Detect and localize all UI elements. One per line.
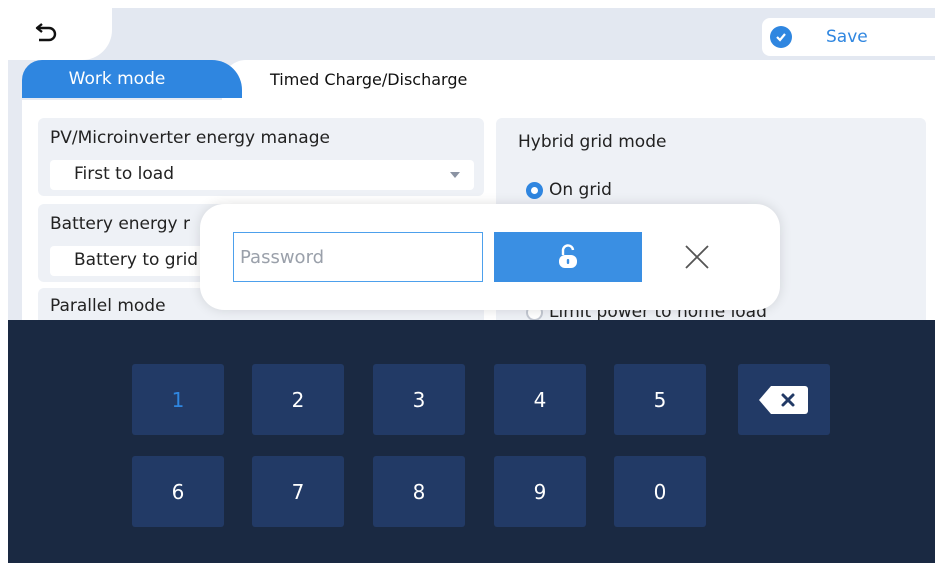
close-icon[interactable] <box>682 242 712 272</box>
back-icon <box>35 23 57 42</box>
password-dialog <box>200 204 780 310</box>
radio-selected-icon <box>526 181 543 199</box>
tab-work-mode[interactable]: Work mode <box>22 60 242 98</box>
password-input[interactable] <box>233 232 483 282</box>
key-0[interactable]: 0 <box>614 456 706 527</box>
check-icon <box>770 26 792 48</box>
back-button[interactable] <box>8 8 112 60</box>
radio-on-grid[interactable]: On grid <box>526 180 612 200</box>
tab-bar: Timed Charge/Discharge Work mode <box>22 60 935 102</box>
pv-energy-title: PV/Microinverter energy manage <box>50 128 330 148</box>
key-4[interactable]: 4 <box>494 364 586 435</box>
key-6[interactable]: 6 <box>132 456 224 527</box>
battery-energy-value: Battery to grid <box>74 250 199 270</box>
unlock-icon <box>559 244 577 268</box>
numeric-keyboard: 1 2 3 4 5 6 7 8 9 0 <box>8 320 935 563</box>
key-5[interactable]: 5 <box>614 364 706 435</box>
unlock-button[interactable] <box>494 232 642 282</box>
key-7[interactable]: 7 <box>252 456 344 527</box>
key-9[interactable]: 9 <box>494 456 586 527</box>
key-8[interactable]: 8 <box>373 456 465 527</box>
tab-timed-charge-label: Timed Charge/Discharge <box>270 70 468 89</box>
pv-energy-card: PV/Microinverter energy manage First to … <box>38 118 484 196</box>
pv-energy-value: First to load <box>74 164 174 184</box>
chevron-down-icon <box>450 172 460 178</box>
hybrid-grid-title: Hybrid grid mode <box>518 132 667 152</box>
key-2[interactable]: 2 <box>252 364 344 435</box>
backspace-icon <box>759 385 808 414</box>
backspace-key[interactable] <box>738 364 830 435</box>
top-bar: Save <box>8 8 935 60</box>
save-button[interactable]: Save <box>762 18 935 56</box>
parallel-mode-title: Parallel mode <box>50 296 166 316</box>
key-3[interactable]: 3 <box>373 364 465 435</box>
radio-on-grid-label: On grid <box>549 180 612 200</box>
battery-energy-title: Battery energy r <box>50 214 190 234</box>
pv-energy-select[interactable]: First to load <box>50 160 474 190</box>
tab-work-mode-label: Work mode <box>68 69 166 89</box>
key-1[interactable]: 1 <box>132 364 224 435</box>
save-label: Save <box>826 27 868 47</box>
